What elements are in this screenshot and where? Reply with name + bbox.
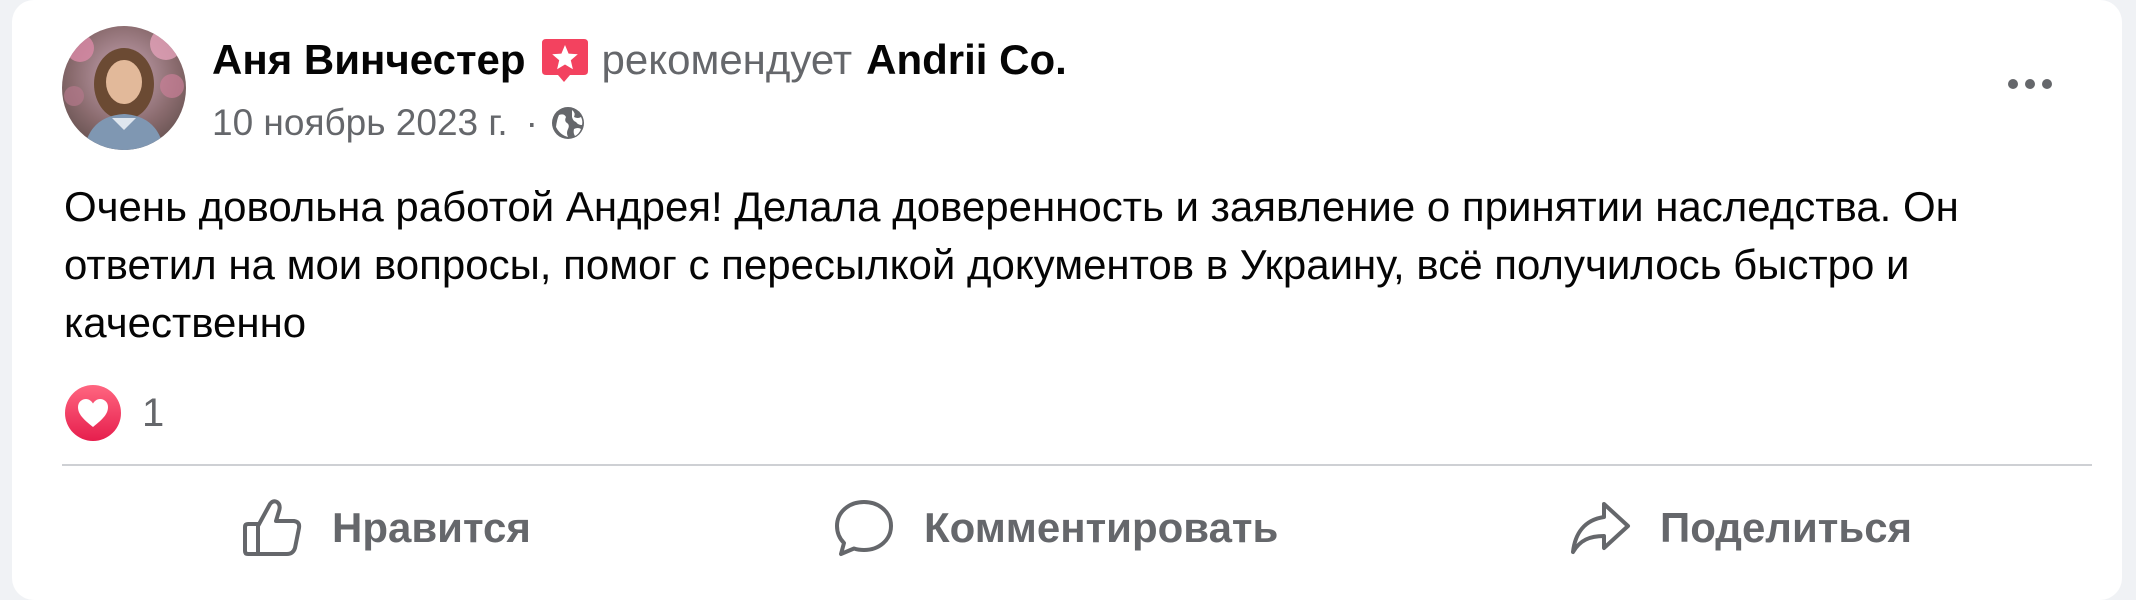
post-card: Аня Винчестер рекомендует Andrii Co. 10 … [12,0,2122,600]
meta-separator: · [525,102,538,143]
share-arrow-icon [1571,502,1630,554]
like-label: Нравится [332,504,531,551]
share-label: Поделиться [1660,504,1913,551]
page-name[interactable]: Andrii Co. [866,36,1067,84]
reaction-count: 1 [142,390,165,435]
globe-icon [550,105,586,141]
comment-label: Комментировать [924,504,1279,551]
share-button[interactable]: Поделиться [1568,492,1912,564]
avatar[interactable] [62,26,186,150]
like-button[interactable]: Нравится [240,492,531,564]
post-text: Очень довольна работой Андрея! Делала до… [64,183,1959,346]
recommendation-star-icon [540,35,590,85]
reactions-summary[interactable]: 1 [64,385,165,441]
thumbs-up-icon [243,499,302,556]
comment-bubble-icon [835,500,893,556]
more-options-icon[interactable] [2000,62,2060,106]
author-name[interactable]: Аня Винчестер [212,36,526,84]
recommends-label: рекомендует [601,36,853,83]
post-date[interactable]: 10 ноябрь 2023 г. [212,102,508,144]
comment-button[interactable]: Комментировать [832,492,1278,564]
post-header: Аня Винчестер рекомендует Andrii Co. [212,32,1067,88]
love-heart-icon [65,385,121,441]
post-meta: 10 ноябрь 2023 г. · [212,98,586,148]
actions-divider [62,464,2092,466]
